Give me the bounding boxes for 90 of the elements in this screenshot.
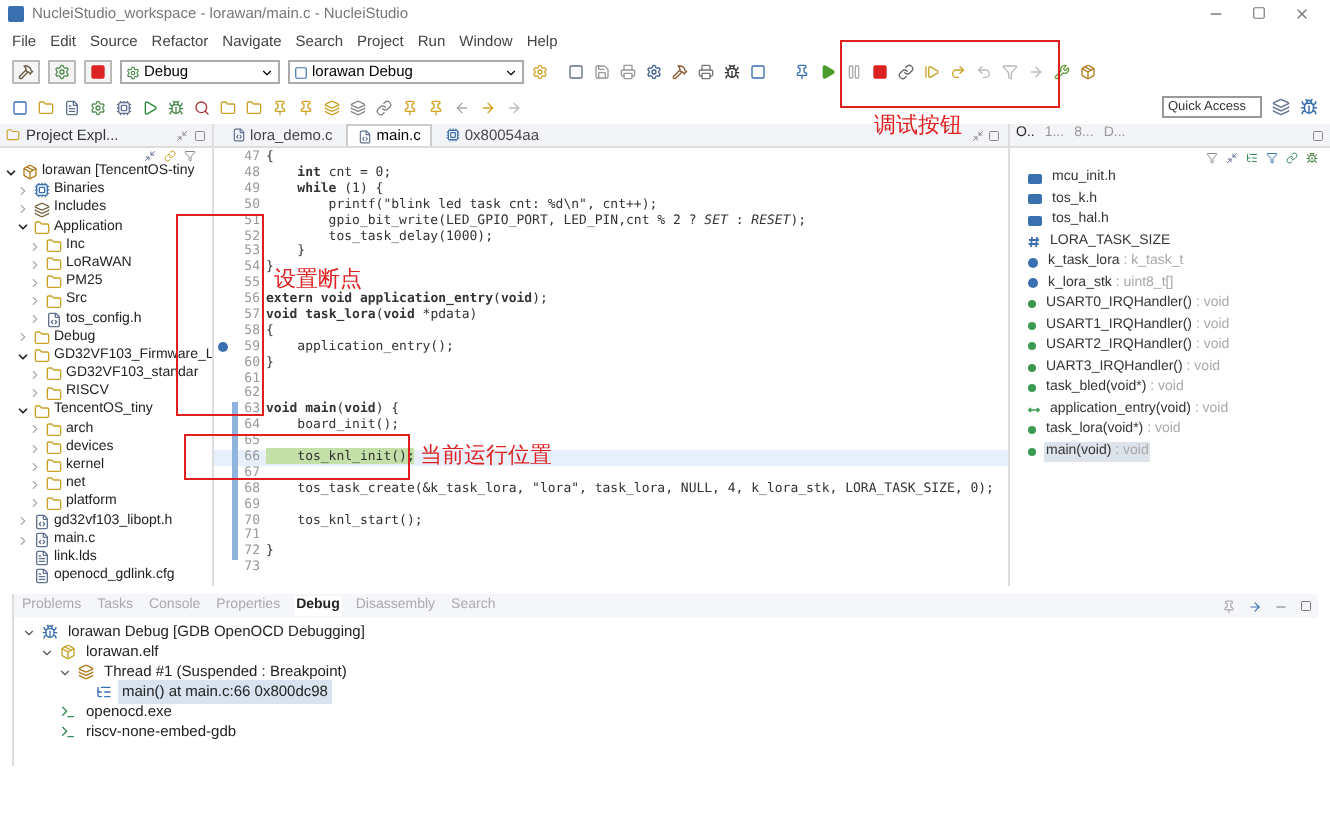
caret-icon: [260, 65, 274, 79]
tree-node-icon[interactable]: [60, 724, 76, 740]
folder-icon[interactable]: [46, 476, 62, 493]
printer-icon[interactable]: [698, 64, 714, 80]
step-return-icon[interactable]: [976, 64, 992, 80]
filter-icon[interactable]: [1002, 64, 1018, 80]
expanded-chevron-icon[interactable]: [40, 645, 54, 659]
gear-button[interactable]: [48, 60, 76, 84]
chevron-icon[interactable]: [16, 349, 30, 364]
folder-icon[interactable]: [46, 458, 62, 475]
tree-node-icon[interactable]: [78, 664, 94, 680]
printer-icon[interactable]: [620, 64, 636, 80]
app-logo-icon: [8, 6, 24, 22]
toolbar-icon[interactable]: [90, 99, 106, 115]
stop-button[interactable]: [84, 60, 112, 84]
build-icon: [18, 64, 34, 80]
folder-icon[interactable]: [46, 385, 62, 402]
chip-icon: [446, 128, 461, 142]
chevron-icon[interactable]: [16, 404, 30, 419]
maximize-icon[interactable]: [988, 130, 1000, 142]
link-icon[interactable]: [898, 64, 914, 80]
collapse-all-icon[interactable]: [144, 149, 156, 162]
gear-icon: [126, 65, 140, 79]
tree-node-icon[interactable]: [60, 704, 76, 720]
folder-icon[interactable]: [46, 440, 62, 457]
toolbar-icon[interactable]: [168, 99, 184, 115]
pause-icon[interactable]: [846, 64, 862, 80]
folder-icon[interactable]: [46, 256, 62, 273]
save-icon[interactable]: [594, 64, 610, 80]
build-icon[interactable]: [672, 64, 688, 80]
outline-toolbar-icon[interactable]: [1266, 152, 1278, 164]
window-icon[interactable]: [568, 64, 584, 80]
toolbar-icon[interactable]: [350, 99, 366, 115]
caret-icon: [504, 65, 518, 79]
outline-toolbar-icon[interactable]: [1226, 152, 1238, 164]
step-over-icon[interactable]: [950, 64, 966, 80]
package-icon[interactable]: [1080, 64, 1096, 80]
toolbar-icon[interactable]: [142, 99, 158, 115]
folder-icon[interactable]: [46, 495, 62, 512]
breakpoint-icon[interactable]: [218, 342, 228, 353]
minimize-icon[interactable]: [176, 129, 188, 141]
debug-perspective-icon[interactable]: [1300, 98, 1318, 116]
window-icon[interactable]: [750, 64, 766, 80]
toolbar-icon[interactable]: [376, 99, 392, 115]
chevron-icon[interactable]: [4, 165, 18, 180]
gear-icon: [54, 64, 70, 80]
build-button[interactable]: [12, 60, 40, 84]
outline-toolbar-icon[interactable]: [1246, 152, 1258, 164]
chevron-icon[interactable]: [16, 220, 30, 235]
step-into-icon[interactable]: [924, 64, 940, 80]
tree-node-icon[interactable]: [96, 684, 112, 700]
arrow-right-icon[interactable]: [1028, 64, 1044, 80]
hash-icon: [1028, 235, 1040, 248]
toolbar-icon[interactable]: [194, 99, 210, 115]
folder-icon[interactable]: [46, 366, 62, 383]
window-icon: [294, 65, 308, 79]
folder-icon[interactable]: [46, 293, 62, 310]
outline-toolbar-icon[interactable]: [1286, 152, 1298, 164]
maximize-icon[interactable]: [194, 129, 206, 141]
toolbar-icon[interactable]: [64, 99, 80, 115]
step-icon[interactable]: [1248, 599, 1262, 613]
filter-icon[interactable]: [184, 149, 196, 162]
folder-icon[interactable]: [46, 238, 62, 255]
perspective-icon[interactable]: [1272, 98, 1290, 116]
maximize-icon[interactable]: [1252, 6, 1266, 20]
expanded-chevron-icon[interactable]: [58, 665, 72, 679]
pin-icon[interactable]: [794, 64, 810, 80]
wrench-icon[interactable]: [1054, 64, 1070, 80]
stop-icon[interactable]: [872, 64, 888, 80]
maximize-icon[interactable]: [1300, 600, 1312, 612]
close-icon[interactable]: [1294, 6, 1310, 22]
outline-toolbar-icon[interactable]: [1306, 152, 1318, 164]
stop-icon: [90, 64, 106, 80]
outline-toolbar-icon[interactable]: [1206, 152, 1218, 164]
maximize-icon[interactable]: [1312, 129, 1324, 141]
tree-node-icon[interactable]: [42, 624, 58, 640]
annotation-label: 调试按钮: [874, 112, 962, 142]
toolbar-icon[interactable]: [116, 99, 132, 115]
gear-icon[interactable]: [646, 64, 662, 80]
folder-icon: [6, 128, 20, 142]
minimize-icon[interactable]: [972, 130, 984, 142]
expanded-chevron-icon[interactable]: [22, 625, 36, 639]
resume-icon[interactable]: [820, 64, 836, 80]
toolbar-icon[interactable]: [12, 99, 28, 115]
double-arrow-icon: [1028, 405, 1040, 414]
annotation-label: 当前运行位置: [420, 442, 552, 472]
bug-icon[interactable]: [724, 64, 740, 80]
tree-node-icon[interactable]: [60, 644, 76, 660]
folder-icon[interactable]: [46, 274, 62, 291]
folder-icon[interactable]: [46, 421, 62, 438]
